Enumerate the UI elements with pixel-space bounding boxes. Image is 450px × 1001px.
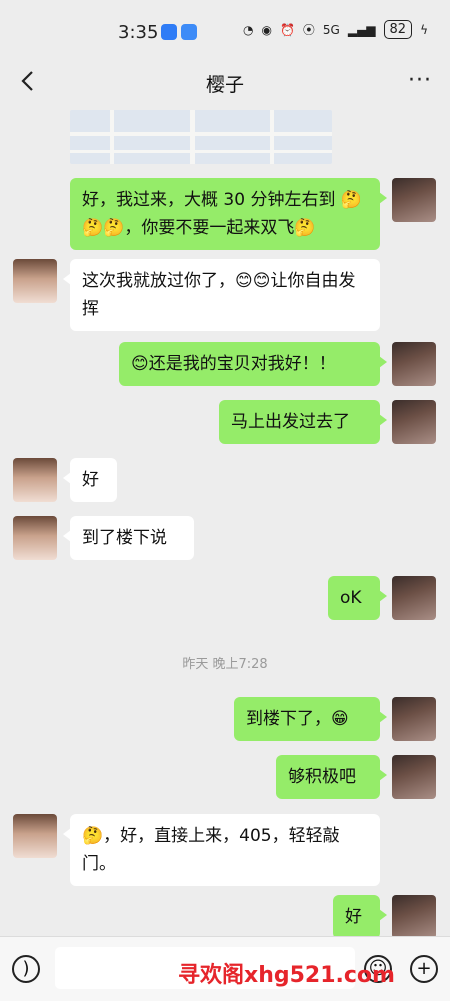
chat-header: 樱子 ··· xyxy=(0,60,450,106)
add-icon[interactable]: + xyxy=(410,955,438,983)
signal-icon: ▂▄▆ xyxy=(347,22,376,37)
avatar[interactable] xyxy=(392,576,436,620)
avatar[interactable] xyxy=(13,516,57,560)
message-bubble-received[interactable]: 到了楼下说 xyxy=(63,516,194,560)
eye-icon: ◉ xyxy=(261,22,272,37)
status-icons: ◔ ◉ ⏰ ⦿ 5G ▂▄▆ 82 ϟ xyxy=(243,20,428,39)
avatar[interactable] xyxy=(392,178,436,222)
network-label: 5G xyxy=(322,22,340,37)
message-bubble-received[interactable]: 这次我就放过你了，😊😊让你自由发挥 xyxy=(63,259,380,331)
message-bubble-sent[interactable]: 好，我过来，大概 30 分钟左右到 🤔🤔🤔，你要不要一起来双飞🤔 xyxy=(70,178,387,250)
avatar[interactable] xyxy=(13,259,57,303)
charging-icon: ϟ xyxy=(420,22,428,37)
message-bubble-sent[interactable]: 到楼下了，😁 xyxy=(234,697,387,741)
hotspot-icon: ⦿ xyxy=(302,23,315,37)
message-bubble-sent[interactable]: 😊还是我的宝贝对我好！！ xyxy=(119,342,387,386)
location-map-preview[interactable] xyxy=(70,110,332,164)
app-notification-icon xyxy=(181,24,197,40)
avatar[interactable] xyxy=(392,697,436,741)
status-time: 3:35 xyxy=(118,22,159,43)
message-bubble-received[interactable]: 好 xyxy=(63,458,117,502)
message-bubble-sent[interactable]: 马上出发过去了 xyxy=(219,400,387,444)
status-bar: 3:35 ◔ ◉ ⏰ ⦿ 5G ▂▄▆ 82 ϟ xyxy=(0,0,450,60)
battery-level: 82 xyxy=(383,20,413,39)
message-bubble-sent[interactable]: 够积极吧 xyxy=(276,755,387,799)
watermark-text: 寻欢阁xhg521.com xyxy=(178,963,395,988)
avatar[interactable] xyxy=(392,400,436,444)
app-notification-icon xyxy=(161,24,177,40)
message-bubble-received[interactable]: 🤔，好，直接上来，405，轻轻敲门。 xyxy=(63,814,380,886)
avatar[interactable] xyxy=(392,342,436,386)
message-bubble-sent[interactable]: oK xyxy=(328,576,387,620)
more-options-icon[interactable]: ··· xyxy=(408,68,432,93)
avatar[interactable] xyxy=(13,458,57,502)
message-bubble-sent[interactable]: 好 xyxy=(333,895,387,939)
chat-title: 樱子 xyxy=(205,74,244,96)
avatar[interactable] xyxy=(13,814,57,858)
voice-input-icon[interactable]: ) xyxy=(12,955,40,983)
avatar[interactable] xyxy=(392,755,436,799)
chat-timestamp: 昨天 晚上7:28 xyxy=(182,657,268,672)
speed-icon: ◔ xyxy=(242,22,254,37)
alarm-icon: ⏰ xyxy=(279,22,295,37)
avatar[interactable] xyxy=(392,895,436,939)
